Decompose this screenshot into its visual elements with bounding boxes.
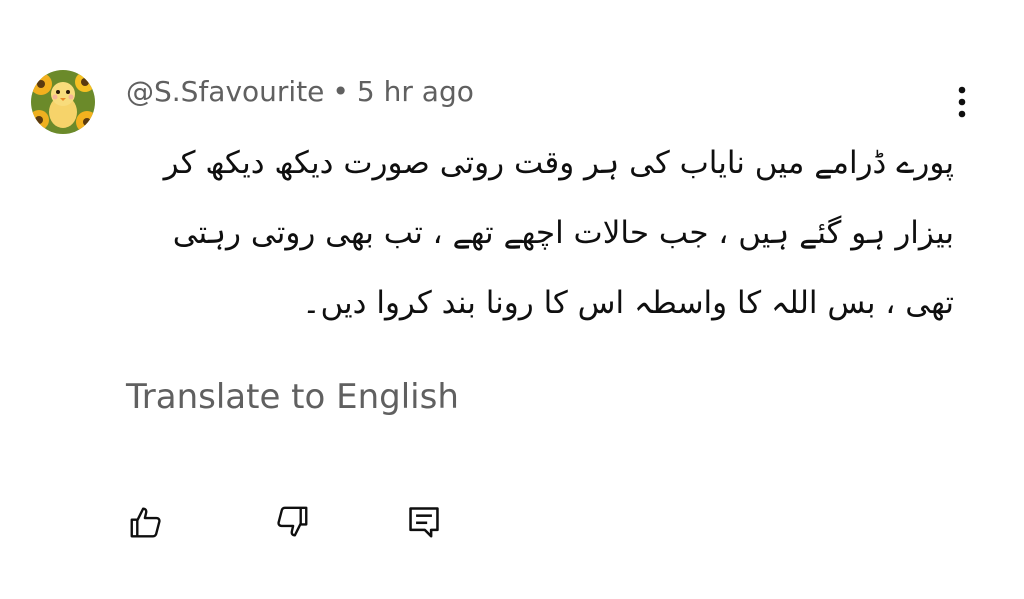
comment-header: @S.Sfavourite • 5 hr ago: [126, 72, 474, 112]
comment-card: @S.Sfavourite • 5 hr ago پورے ڈرامے میں نا…: [0, 0, 1024, 599]
author-avatar[interactable]: [31, 70, 95, 134]
like-button[interactable]: [124, 500, 168, 544]
thumb-up-icon: [130, 507, 161, 538]
author-name[interactable]: @S.Sfavourite: [126, 75, 324, 108]
separator-dot: •: [332, 75, 349, 108]
translate-link[interactable]: Translate to English: [126, 374, 459, 420]
reply-button[interactable]: [402, 500, 446, 544]
dislike-button[interactable]: [270, 500, 314, 544]
comment-timestamp[interactable]: 5 hr ago: [357, 75, 474, 108]
more-options-button[interactable]: [944, 82, 980, 122]
thumb-down-icon: [277, 506, 308, 537]
more-vert-icon: [958, 86, 966, 118]
avatar-image: [31, 70, 95, 134]
comment-reply-icon: [409, 507, 439, 538]
comment-text: پورے ڈرامے میں نایاب کی ہر وقت روتی صورت…: [163, 145, 954, 321]
